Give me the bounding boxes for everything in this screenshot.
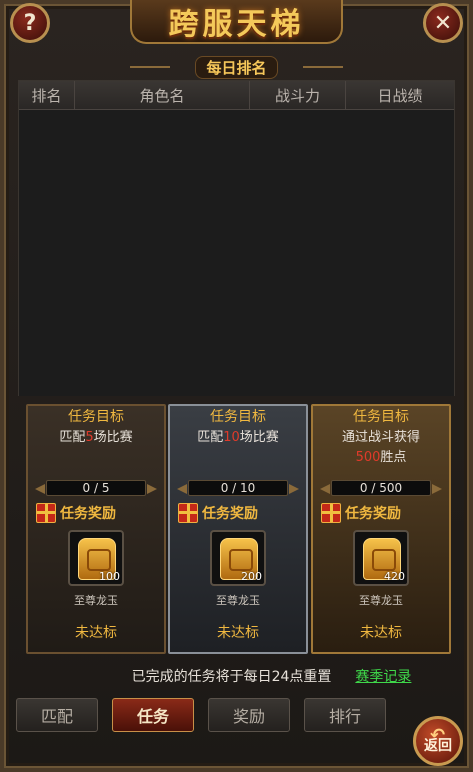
daily-ranking-title: 每日排名 <box>195 55 278 79</box>
task-desc-text: 匹配 <box>59 430 86 445</box>
season-record-link[interactable]: 赛季记录 <box>355 666 411 686</box>
tab-ranking[interactable]: 排行 <box>304 698 386 732</box>
item-name: 至尊龙玉 <box>74 594 118 607</box>
tab-rewards[interactable]: 奖励 <box>208 698 290 732</box>
reward-item-slot[interactable]: 420 <box>353 530 409 586</box>
ranking-list[interactable] <box>19 110 454 396</box>
task-description: 通过战斗获得 500胜点 <box>313 428 449 472</box>
reward-item-slot[interactable]: 100 <box>68 530 124 586</box>
task-card-1: 任务目标 匹配5场比赛 0 / 5 任务奖励 100 至尊龙玉 未达标 <box>26 404 166 654</box>
reward-header: 任务奖励 <box>313 502 449 524</box>
section-title: 每日排名 <box>130 55 343 79</box>
task-description: 匹配10场比赛 <box>170 428 306 472</box>
task-target-count: 5 <box>85 430 94 445</box>
task-progress: 0 / 500 <box>320 480 442 496</box>
close-icon: ✕ <box>433 10 453 36</box>
ranking-panel: 排名 角色名 战斗力 日战绩 <box>18 80 455 396</box>
help-button[interactable]: ? <box>10 3 50 43</box>
task-status: 未达标 <box>75 625 117 641</box>
task-card-3: 任务目标 通过战斗获得 500胜点 0 / 500 任务奖励 420 至尊龙玉 未… <box>311 404 451 654</box>
task-description: 匹配5场比赛 <box>28 428 164 472</box>
item-count: 420 <box>384 570 405 583</box>
task-desc-text: 场比赛 <box>239 430 279 445</box>
task-goal-title: 任务目标 <box>68 409 124 425</box>
reward-header: 任务奖励 <box>170 502 306 524</box>
reset-notice: 已完成的任务将于每日24点重置 赛季记录 <box>0 666 473 686</box>
gift-icon <box>178 503 198 523</box>
column-character-name: 角色名 <box>75 81 250 109</box>
reward-header: 任务奖励 <box>28 502 164 524</box>
ranking-header: 排名 角色名 战斗力 日战绩 <box>19 81 454 110</box>
tab-match[interactable]: 匹配 <box>16 698 98 732</box>
task-target-count: 10 <box>223 430 240 445</box>
task-desc-text: 场比赛 <box>93 430 133 445</box>
item-count: 200 <box>241 570 262 583</box>
task-goal-title: 任务目标 <box>210 409 266 425</box>
task-status: 未达标 <box>217 625 259 641</box>
task-card-2: 任务目标 匹配10场比赛 0 / 10 任务奖励 200 至尊龙玉 未达标 <box>168 404 308 654</box>
task-goal-title: 任务目标 <box>353 409 409 425</box>
back-button[interactable]: ↶ 返回 <box>413 716 463 766</box>
task-progress: 0 / 10 <box>177 480 299 496</box>
column-daily-record: 日战绩 <box>377 86 423 105</box>
close-button[interactable]: ✕ <box>423 3 463 43</box>
question-mark-icon: ? <box>23 10 37 36</box>
task-target-count: 500 <box>355 450 381 465</box>
task-desc-text: 匹配 <box>197 430 224 445</box>
task-desc-text: 胜点 <box>380 450 407 465</box>
item-count: 100 <box>99 570 120 583</box>
page-title: 跨服天梯 <box>168 7 305 42</box>
title-plate: 跨服天梯 <box>130 0 343 44</box>
reward-label: 任务奖励 <box>345 506 401 522</box>
item-name: 至尊龙玉 <box>359 594 403 607</box>
bottom-tabs: 匹配 任务 奖励 排行 <box>16 698 386 732</box>
gift-icon <box>36 503 56 523</box>
reward-label: 任务奖励 <box>202 506 258 522</box>
tab-tasks[interactable]: 任务 <box>112 698 194 732</box>
column-rank: 排名 <box>19 81 75 109</box>
gift-icon <box>321 503 341 523</box>
item-name: 至尊龙玉 <box>216 594 260 607</box>
reward-label: 任务奖励 <box>60 506 116 522</box>
reset-notice-text: 已完成的任务将于每日24点重置 <box>131 669 332 685</box>
column-combat-power: 战斗力 <box>250 81 346 109</box>
task-status: 未达标 <box>360 625 402 641</box>
task-desc-text: 通过战斗获得 <box>341 430 420 445</box>
task-progress: 0 / 5 <box>35 480 157 496</box>
reward-item-slot[interactable]: 200 <box>210 530 266 586</box>
return-arrow-icon: ↶ <box>430 725 446 746</box>
